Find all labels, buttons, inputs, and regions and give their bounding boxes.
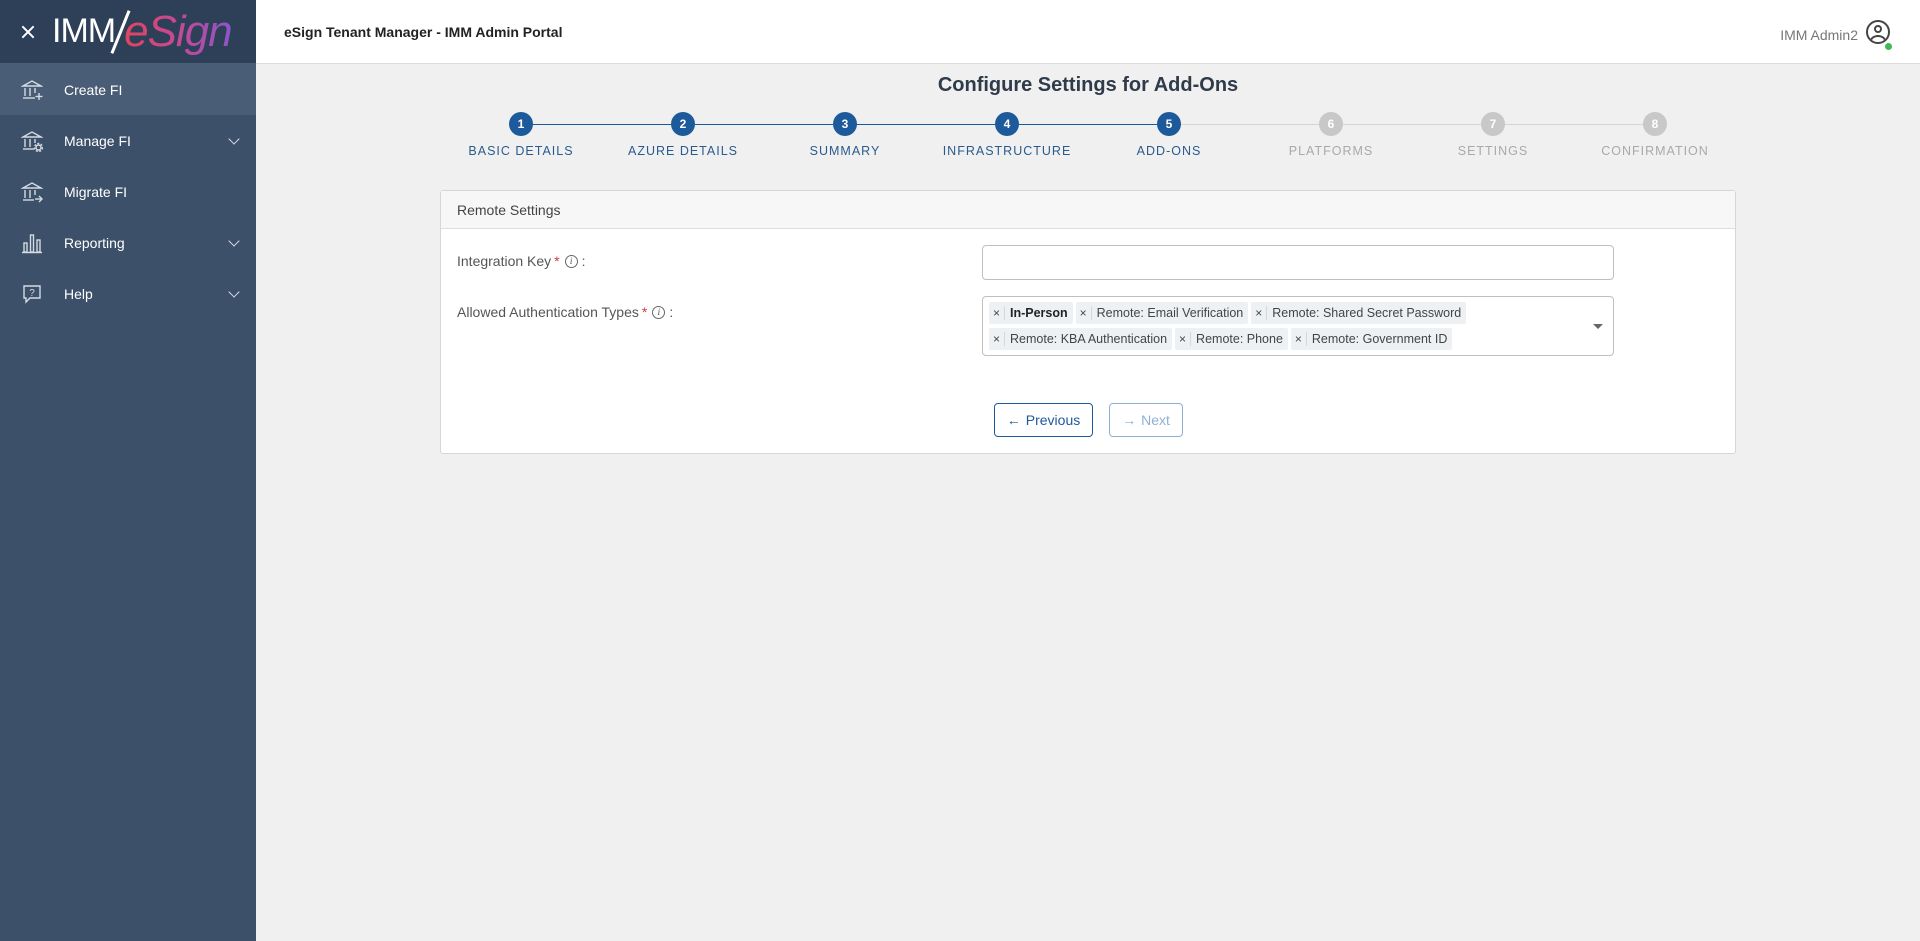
remove-tag-icon[interactable]: × <box>1251 306 1268 320</box>
sidebar-item-label: Manage FI <box>64 132 131 149</box>
arrow-left-icon: ← <box>1006 412 1021 428</box>
selected-tag: × Remote: Government ID <box>1290 328 1453 350</box>
remove-tag-icon[interactable]: × <box>1076 306 1092 320</box>
sidebar-item-label: Create FI <box>64 81 123 98</box>
step-label: SUMMARY <box>809 144 881 158</box>
remove-tag-icon[interactable]: × <box>989 306 1005 320</box>
step-azure-details: 2 AZURE DETAILS <box>602 112 764 158</box>
step-add-ons: 5 ADD-ONS <box>1088 112 1250 158</box>
user-avatar-icon[interactable] <box>1866 20 1890 44</box>
tag-label: Remote: Phone <box>1196 332 1283 346</box>
tag-label: Remote: Shared Secret Password <box>1272 306 1462 320</box>
remove-tag-icon[interactable]: × <box>1175 332 1192 346</box>
step-label: PLATFORMS <box>1288 144 1374 158</box>
sidebar-nav: Create FI Manage FI Migrate FI Reporting? He… <box>0 64 256 319</box>
tag-label: Remote: KBA Authentication <box>1010 332 1168 346</box>
help-bubble-icon: ? <box>20 282 44 306</box>
tag-label: In-Person <box>1010 306 1068 320</box>
step-label: INFRASTRUCTURE <box>942 144 1072 158</box>
sidebar: IMM eSign Create FI Manage FI Migrate FI Re… <box>0 0 256 941</box>
step-number: 3 <box>833 112 857 136</box>
step-basic-details: 1 BASIC DETAILS <box>440 112 602 158</box>
remove-tag-icon[interactable]: × <box>1291 332 1307 346</box>
step-label: AZURE DETAILS <box>627 144 738 158</box>
sidebar-item-manage-fi[interactable]: Manage FI <box>0 115 256 166</box>
next-button[interactable]: → Next <box>1109 403 1183 437</box>
required-asterisk: * <box>641 304 648 320</box>
sidebar-header: IMM eSign <box>0 0 256 64</box>
step-label: ADD-ONS <box>1136 144 1202 158</box>
bank-gear-icon <box>20 129 44 153</box>
chevron-down-icon[interactable] <box>228 235 240 247</box>
step-number: 5 <box>1157 112 1181 136</box>
tag-label: Remote: Email Verification <box>1096 306 1244 320</box>
selected-tag: × Remote: Shared Secret Password <box>1251 302 1467 324</box>
remove-tag-icon[interactable]: × <box>989 332 1005 346</box>
page-title: Configure Settings for Add-Ons <box>937 74 1239 96</box>
label-colon: : <box>581 253 586 269</box>
sidebar-item-help[interactable]: ? Help <box>0 268 256 319</box>
step-label: SETTINGS <box>1457 144 1529 158</box>
integration-key-input[interactable] <box>982 245 1614 280</box>
user-name: IMM Admin2 <box>1780 26 1858 43</box>
step-settings: 7 SETTINGS <box>1412 112 1574 158</box>
info-icon[interactable]: i <box>564 254 578 268</box>
info-icon[interactable]: i <box>652 305 666 319</box>
step-confirmation: 8 CONFIRMATION <box>1574 112 1736 158</box>
logo-esign-text: eSign <box>124 6 233 56</box>
step-number: 6 <box>1319 112 1343 136</box>
auth-types-multiselect[interactable]: × In-Person × Remote: Email Verification × Re… <box>982 296 1614 356</box>
card-header: Remote Settings <box>441 191 1735 229</box>
tag-label: Remote: Government ID <box>1311 332 1448 346</box>
user-menu[interactable]: IMM Admin2 <box>1780 20 1892 50</box>
integration-key-label: Integration Key <box>457 253 552 269</box>
selected-tag: × Remote: Email Verification <box>1075 302 1249 324</box>
step-number: 2 <box>671 112 695 136</box>
bank-arrow-icon <box>20 180 44 204</box>
remote-settings-card: Remote Settings Integration Key * i : Al… <box>440 190 1736 454</box>
label-colon: : <box>669 304 674 320</box>
integration-key-label-row: Integration Key * i : <box>457 253 586 269</box>
step-number: 8 <box>1643 112 1667 136</box>
svg-text:?: ? <box>29 288 35 299</box>
dropdown-caret-icon[interactable] <box>1593 324 1603 329</box>
step-summary: 3 SUMMARY <box>764 112 926 158</box>
previous-button-label: Previous <box>1025 412 1081 428</box>
online-status-dot <box>1885 43 1892 50</box>
step-label: CONFIRMATION <box>1601 144 1709 158</box>
logo-imm-text: IMM <box>52 12 116 50</box>
sidebar-item-label: Migrate FI <box>64 183 128 200</box>
selected-tag: × In-Person <box>989 302 1073 324</box>
next-button-label: Next <box>1141 412 1170 428</box>
sidebar-item-reporting[interactable]: Reporting <box>0 217 256 268</box>
step-platforms: 6 PLATFORMS <box>1250 112 1412 158</box>
auth-types-label-row: Allowed Authentication Types * i : <box>457 304 673 320</box>
imm-esign-logo: IMM eSign <box>52 0 233 64</box>
step-number: 4 <box>995 112 1019 136</box>
chevron-down-icon[interactable] <box>228 133 240 145</box>
top-bar: eSign Tenant Manager - IMM Admin Portal … <box>256 0 1920 64</box>
user-avatar-wrap[interactable] <box>1866 20 1892 50</box>
step-infrastructure: 4 INFRASTRUCTURE <box>926 112 1088 158</box>
sidebar-item-label: Help <box>64 285 93 302</box>
required-asterisk: * <box>554 253 560 269</box>
arrow-right-icon: → <box>1122 412 1137 428</box>
step-label: BASIC DETAILS <box>468 144 574 158</box>
close-sidebar-icon[interactable] <box>18 22 38 42</box>
sidebar-item-create-fi[interactable]: Create FI <box>0 64 256 115</box>
bank-plus-icon <box>20 78 44 102</box>
step-number: 1 <box>509 112 533 136</box>
chevron-down-icon[interactable] <box>228 286 240 298</box>
selected-tag: × Remote: KBA Authentication <box>989 328 1173 350</box>
auth-types-label: Allowed Authentication Types <box>457 304 639 320</box>
app-title: eSign Tenant Manager - IMM Admin Portal <box>284 23 563 40</box>
sidebar-item-migrate-fi[interactable]: Migrate FI <box>0 166 256 217</box>
bar-chart-icon <box>20 231 44 255</box>
step-number: 7 <box>1481 112 1505 136</box>
selected-tag: × Remote: Phone <box>1175 328 1288 350</box>
wizard-stepper: 1 BASIC DETAILS 2 AZURE DETAILS 3 SUMMARY 4 INF… <box>440 112 1736 172</box>
sidebar-item-label: Reporting <box>64 234 125 251</box>
previous-button[interactable]: ← Previous <box>994 403 1093 437</box>
